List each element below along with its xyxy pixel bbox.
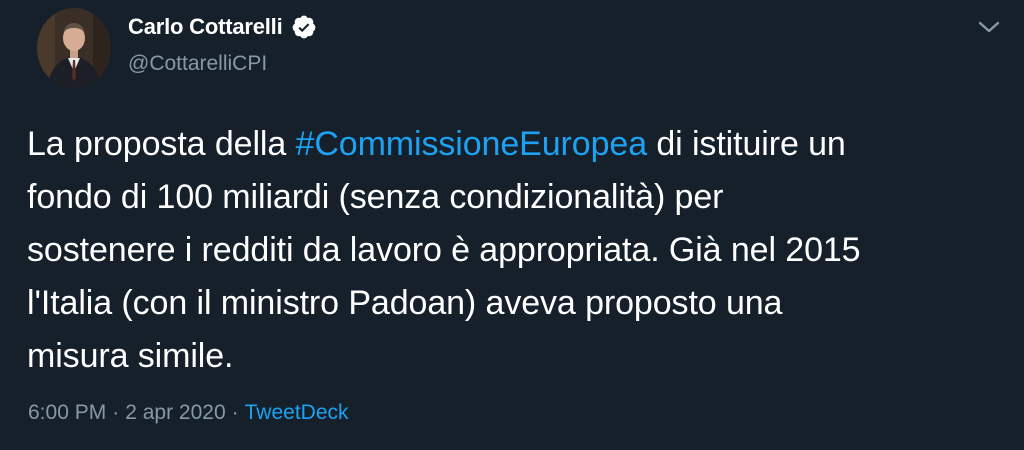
tweet-line: misura simile. [27,337,234,375]
avatar[interactable] [37,8,111,88]
tweet-time[interactable]: 6:00 PM [28,401,106,424]
author-handle[interactable]: @CottarelliCPI [128,52,267,76]
tweet-line: l'Italia (con il ministro Padoan) aveva … [27,284,783,322]
tweet-text-segment: La proposta della [27,125,296,163]
tweet-line: sostenere i redditi da lavoro è appropri… [27,231,861,269]
tweet-text: La proposta della #CommissioneEuropea di… [27,118,1002,383]
profile-photo [37,8,111,88]
meta-separator: · [112,401,120,424]
tweet-card: Carlo Cottarelli @CottarelliCPI La propo… [0,0,1024,450]
hashtag-link[interactable]: #CommissioneEuropea [296,125,648,163]
chevron-down-icon[interactable] [974,16,1004,38]
author-name-row[interactable]: Carlo Cottarelli [128,14,317,40]
meta-separator: · [231,401,239,424]
tweet-line: La proposta della #CommissioneEuropea di… [27,118,1002,171]
tweet-source-link[interactable]: TweetDeck [245,401,349,424]
author-display-name[interactable]: Carlo Cottarelli [128,14,283,40]
tweet-text-segment: di istituire un [647,125,846,163]
tweet-line: fondo di 100 miliardi (senza condizional… [27,178,724,216]
verified-badge-icon [292,15,315,39]
tweet-meta: 6:00 PM · 2 apr 2020 · TweetDeck [28,401,349,425]
tweet-date[interactable]: 2 apr 2020 [125,401,225,424]
